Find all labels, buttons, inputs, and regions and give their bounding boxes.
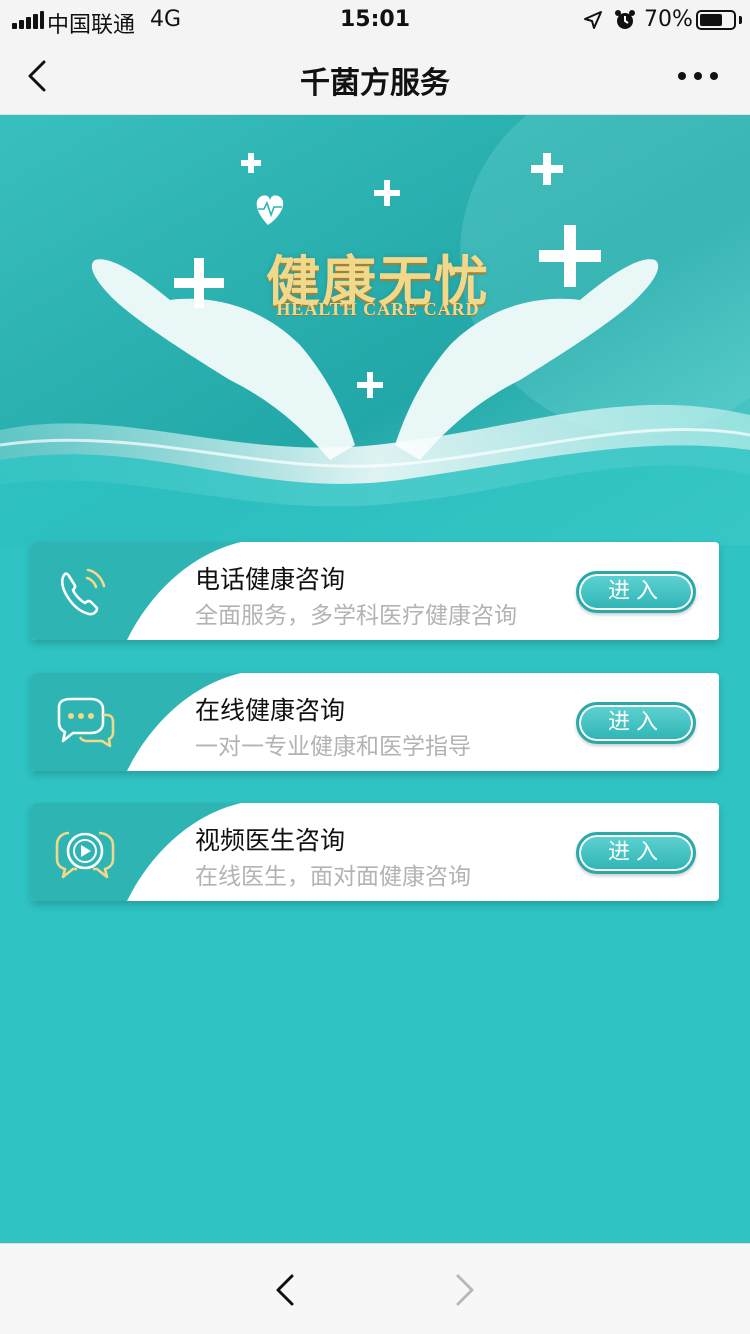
enter-button[interactable]: 进入 (576, 571, 696, 613)
browser-forward-icon[interactable] (452, 1272, 478, 1308)
service-card-online[interactable]: 在线健康咨询 一对一专业健康和医学指导 进入 (31, 673, 719, 771)
service-card-phone[interactable]: 电话健康咨询 全面服务，多学科医疗健康咨询 进入 (31, 542, 719, 640)
phone-call-icon (60, 568, 106, 616)
hero-subtitle: HEALTH CARE CARD (276, 299, 480, 319)
more-dots-icon[interactable] (676, 66, 720, 86)
screen: 中国联通 4G 15:01 70% 千菌方服务 健康无忧 HEALTH CARE… (0, 0, 750, 1334)
battery-percent: 70% (644, 7, 693, 32)
hero-banner: 健康无忧 HEALTH CARE CARD (0, 115, 750, 545)
status-bar: 中国联通 4G 15:01 70% (0, 0, 750, 40)
enter-button[interactable]: 进入 (576, 832, 696, 874)
card-title: 视频医生咨询 (195, 826, 346, 855)
location-arrow-icon (584, 11, 602, 29)
battery-icon (696, 10, 736, 30)
bottom-toolbar (0, 1243, 750, 1334)
battery-tip (739, 16, 742, 24)
hero-illustration (0, 115, 750, 545)
card-subtitle: 全面服务，多学科医疗健康咨询 (195, 603, 517, 629)
card-title: 电话健康咨询 (195, 565, 346, 594)
video-play-icon (55, 831, 115, 879)
page-title: 千菌方服务 (300, 66, 450, 101)
battery-fill (700, 14, 722, 26)
card-subtitle: 一对一专业健康和医学指导 (195, 734, 471, 760)
alarm-clock-icon (615, 10, 635, 29)
card-title: 在线健康咨询 (195, 696, 346, 725)
card-subtitle: 在线医生，面对面健康咨询 (195, 864, 471, 890)
chat-bubble-icon (57, 697, 115, 748)
enter-button[interactable]: 进入 (576, 702, 696, 744)
browser-back-icon[interactable] (272, 1272, 298, 1308)
status-time: 15:01 (339, 7, 411, 32)
top-bar: 中国联通 4G 15:01 70% 千菌方服务 (0, 0, 750, 115)
service-card-video[interactable]: 视频医生咨询 在线医生，面对面健康咨询 进入 (31, 803, 719, 901)
